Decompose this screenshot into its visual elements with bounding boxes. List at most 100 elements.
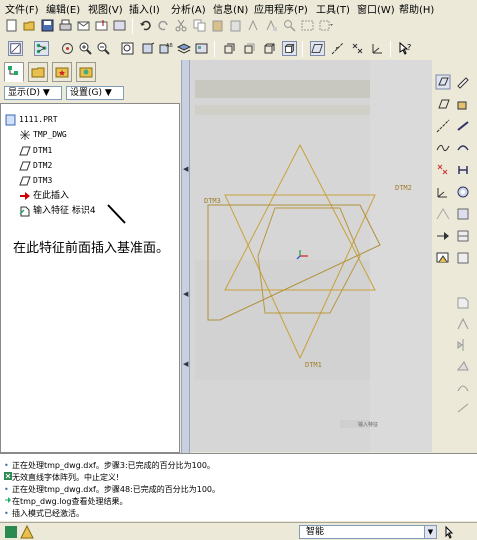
coord-sys-toggle-icon[interactable] [370, 41, 385, 56]
collapse-arrow-icon[interactable]: ◀ [183, 360, 188, 368]
tab-folder-browser[interactable] [28, 62, 48, 82]
menu-analysis[interactable]: 分析(A) [171, 1, 206, 16]
menu-help[interactable]: 帮助(H) [399, 1, 434, 16]
tab-favorites[interactable] [52, 62, 72, 82]
graphics-window[interactable]: DTM3 DTM2 DTM1 输入特征 [190, 60, 432, 452]
tab-model-tree[interactable] [4, 62, 24, 82]
selection-filter-select[interactable]: 智能 ▼ [299, 525, 437, 539]
panel-splitter[interactable]: ◀ ◀ ◀ [181, 60, 190, 455]
insert-arrow-tool-icon[interactable] [435, 228, 451, 244]
collapse-arrow-icon[interactable]: ◀ [183, 165, 188, 173]
blend-tool-icon[interactable] [455, 162, 471, 178]
regenerate-icon[interactable] [246, 18, 261, 33]
draft-tool-icon[interactable] [435, 250, 451, 266]
menu-insert[interactable]: 插入(I) [129, 1, 160, 16]
datum-label-dtm2[interactable]: DTM2 [395, 184, 412, 192]
datum-plane-alt-icon[interactable] [435, 96, 451, 112]
menu-tools[interactable]: 工具(T) [316, 1, 350, 16]
chamfer-tool-icon[interactable] [455, 295, 471, 311]
open-folder-icon[interactable] [22, 18, 37, 33]
settings-dropdown[interactable]: 设置(G) ▼ [66, 86, 124, 100]
email-icon[interactable] [76, 18, 91, 33]
svg-text:?: ? [407, 43, 411, 52]
model-view[interactable] [190, 60, 432, 452]
zoom-in-icon[interactable] [78, 41, 93, 56]
tree-item-label: 输入特征 标识4 [33, 206, 96, 216]
tab-connections[interactable] [76, 62, 96, 82]
datum-plane-tool-icon[interactable] [435, 74, 451, 90]
datum-label-dtm1[interactable]: DTM1 [305, 361, 322, 369]
trim-tool-icon[interactable] [455, 379, 471, 395]
round-tool-icon[interactable] [455, 250, 471, 266]
zoom-out-icon[interactable] [96, 41, 111, 56]
spin-center-icon[interactable] [60, 41, 75, 56]
shading-icon[interactable] [282, 41, 297, 56]
status-green-icon [5, 526, 17, 538]
select-dropdown-icon[interactable] [318, 18, 333, 33]
view-manager-icon[interactable] [194, 41, 209, 56]
cut-icon[interactable] [174, 18, 189, 33]
menu-info[interactable]: 信息(N) [213, 1, 248, 16]
chevron-down-icon[interactable]: ▼ [424, 526, 436, 538]
email-attach-icon[interactable] [94, 18, 109, 33]
datum-points-toggle-icon[interactable] [350, 41, 365, 56]
save-icon[interactable] [40, 18, 55, 33]
paste-special-icon[interactable] [228, 18, 243, 33]
tree-item-label: DTM3 [33, 176, 53, 185]
redraw-icon[interactable] [112, 18, 127, 33]
paste-icon[interactable] [210, 18, 225, 33]
datum-axes-toggle-icon[interactable] [330, 41, 345, 56]
datum-planes-toggle-icon[interactable] [310, 41, 325, 56]
redo-icon[interactable] [156, 18, 171, 33]
menu-edit[interactable]: 编辑(E) [46, 1, 80, 16]
menu-view[interactable]: 视图(V) [88, 1, 123, 16]
annotation-text: 在此特征前面插入基准面。 [13, 241, 170, 256]
print-icon[interactable] [58, 18, 73, 33]
refit-icon[interactable] [120, 41, 135, 56]
collapse-arrow-icon[interactable]: ◀ [183, 290, 188, 298]
merge-tool-icon[interactable] [455, 358, 471, 374]
datum-point-tool-icon[interactable] [435, 162, 451, 178]
mouse-pointer-icon[interactable] [443, 525, 457, 539]
no-hidden-icon[interactable] [262, 41, 277, 56]
revolve-tool-icon[interactable] [455, 118, 471, 134]
menu-window[interactable]: 窗口(W) [357, 1, 395, 16]
saved-views-icon[interactable]: AB [158, 41, 173, 56]
new-file-icon[interactable] [4, 18, 19, 33]
selection-filter-value: 智能 [306, 527, 325, 537]
wireframe-icon[interactable] [222, 41, 237, 56]
extend-tool-icon[interactable] [455, 400, 471, 416]
menu-applications[interactable]: 应用程序(P) [254, 1, 308, 16]
mirror-tool-icon[interactable] [455, 337, 471, 353]
tree-item-label: DTM1 [33, 146, 53, 155]
sketch-tool-icon[interactable] [455, 74, 471, 90]
menu-file[interactable]: 文件(F) [5, 1, 39, 16]
regen-manager-icon[interactable] [264, 18, 279, 33]
shell-tool-icon[interactable] [455, 206, 471, 222]
rib-tool-icon[interactable] [455, 228, 471, 244]
datum-curve-tool-icon[interactable] [435, 140, 451, 156]
show-dropdown[interactable]: 显示(D) ▼ [4, 86, 62, 100]
extrude-tool-icon[interactable] [455, 96, 471, 112]
coord-sys-tool-icon[interactable] [435, 184, 451, 200]
tree-item-label: 在此插入 [33, 191, 70, 201]
copy-icon[interactable] [192, 18, 207, 33]
status-bar: 智能 ▼ [0, 522, 477, 540]
sketch-view-icon[interactable] [8, 41, 23, 56]
select-box-icon[interactable] [300, 18, 315, 33]
find-icon[interactable] [282, 18, 297, 33]
toolbar-standard [0, 15, 477, 37]
analysis-tool-icon[interactable] [435, 206, 451, 222]
reorient-icon[interactable] [140, 41, 155, 56]
datum-label-dtm3[interactable]: DTM3 [204, 197, 221, 205]
undo-icon[interactable] [138, 18, 153, 33]
pattern-tool-icon[interactable] [455, 316, 471, 332]
model-tree-toggle-icon[interactable] [34, 41, 49, 56]
layers-icon[interactable] [176, 41, 191, 56]
context-help-icon[interactable]: ? [398, 41, 413, 56]
sweep-tool-icon[interactable] [455, 140, 471, 156]
hidden-line-icon[interactable] [242, 41, 257, 56]
datum-axis-tool-icon[interactable] [435, 118, 451, 134]
model-tree: 1111.PRT TMP_DWG DTM1 DTM2 DTM3 在此插入 输入特… [0, 103, 180, 453]
hole-tool-icon[interactable] [455, 184, 471, 200]
